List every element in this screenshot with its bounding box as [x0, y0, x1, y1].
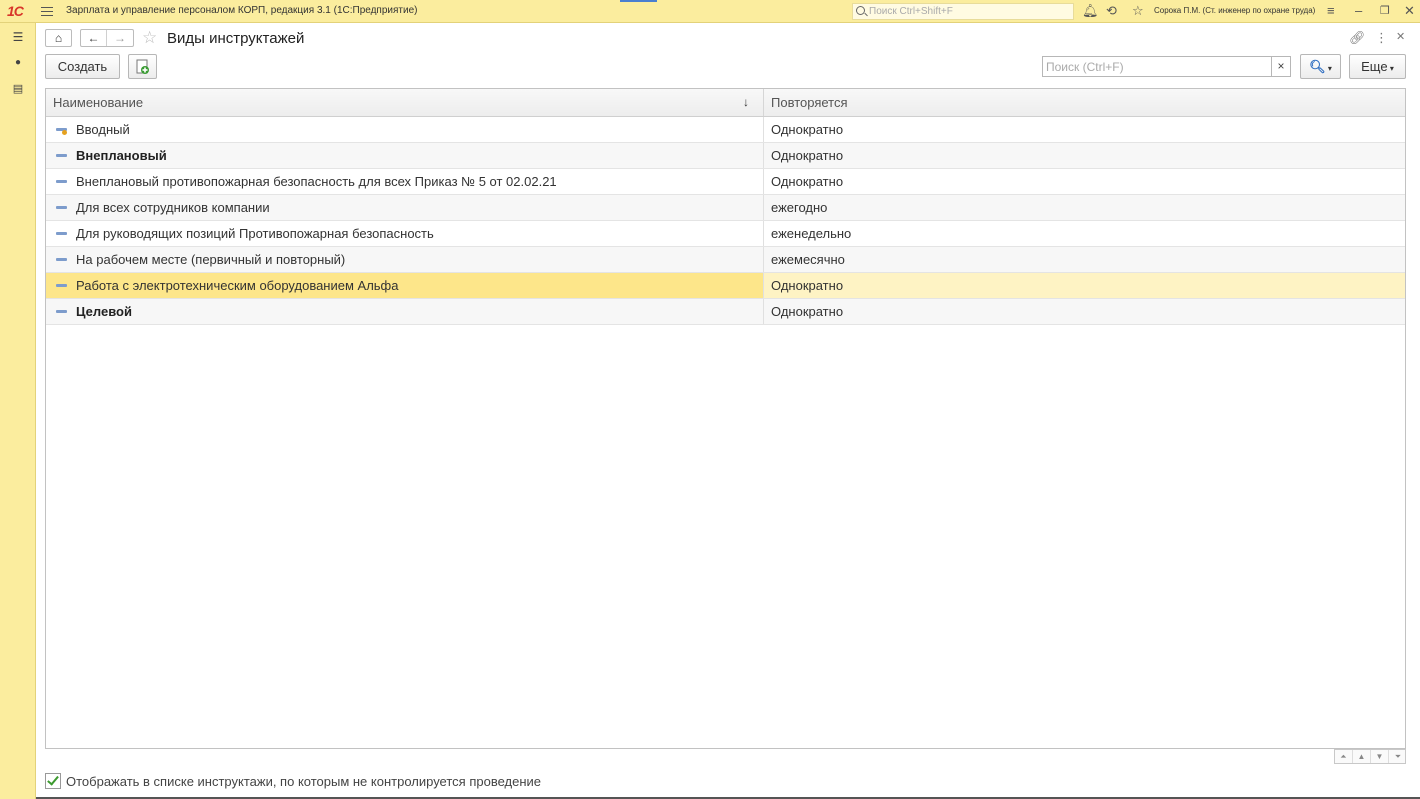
table-row[interactable]: Целевой Однократно: [46, 299, 1405, 325]
row-name: Вводный: [76, 122, 130, 137]
create-button[interactable]: Создать: [45, 54, 120, 79]
row-name: Целевой: [76, 304, 132, 319]
card-icon[interactable]: ▤: [9, 81, 27, 97]
sections-menu-icon[interactable]: ☰: [9, 29, 27, 45]
title-bar: 1С Зарплата и управление персоналом КОРП…: [0, 0, 1420, 23]
back-button[interactable]: ←: [81, 30, 107, 46]
history-icon[interactable]: ⟲: [1106, 4, 1117, 18]
checkmark-icon: [47, 773, 59, 786]
show-uncontrolled-label[interactable]: Отображать в списке инструктажи, по кото…: [66, 774, 541, 789]
list-scroll-buttons: ⏶ ▲ ▼ ⏷: [1334, 749, 1406, 764]
instruction-types-table: Наименование ↓ Повторяется Вводный Однок…: [45, 88, 1406, 749]
catalog-item-icon: [56, 310, 67, 313]
settings-menu-icon[interactable]: ≡: [1327, 4, 1335, 18]
sort-arrow-icon: ↓: [743, 95, 749, 109]
app-logo: 1С: [7, 3, 24, 19]
scroll-to-top-icon[interactable]: ⏶: [1335, 750, 1353, 763]
minimize-icon[interactable]: –: [1355, 4, 1362, 18]
notifications-icon[interactable]: 🔔︎: [1082, 4, 1099, 18]
search-clear-button[interactable]: ×: [1271, 56, 1291, 77]
search-icon: 🔍︎: [1309, 59, 1326, 74]
more-label: Еще: [1361, 59, 1388, 74]
row-name: Внеплановый противопожарная безопасность…: [76, 174, 557, 189]
column-name-label: Наименование: [53, 95, 144, 110]
scroll-to-bottom-icon[interactable]: ⏷: [1389, 750, 1407, 763]
link-icon[interactable]: 🔗︎: [1349, 30, 1366, 46]
bell-icon[interactable]: ●: [9, 55, 27, 71]
chevron-down-icon: ▾: [1387, 64, 1394, 73]
forward-button[interactable]: →: [107, 30, 133, 46]
more-button[interactable]: Еще ▾: [1349, 54, 1406, 79]
restore-icon[interactable]: ❐: [1380, 4, 1390, 18]
copy-icon: [136, 59, 149, 74]
scroll-up-icon[interactable]: ▲: [1353, 750, 1371, 763]
current-user[interactable]: Сорока П.М. (Ст. инженер по охране труда…: [1154, 6, 1315, 15]
catalog-item-icon: [56, 284, 67, 287]
table-row[interactable]: Вводный Однократно: [46, 117, 1405, 143]
row-name: Для руководящих позиций Противопожарная …: [76, 226, 434, 241]
row-repeat: ежемесячно: [771, 252, 845, 267]
search-icon: [856, 6, 865, 15]
row-name: На рабочем месте (первичный и повторный): [76, 252, 346, 267]
show-uncontrolled-checkbox[interactable]: [45, 773, 61, 789]
global-search-placeholder: Поиск Ctrl+Shift+F: [869, 6, 953, 17]
table-row[interactable]: Для всех сотрудников компании ежегодно: [46, 195, 1405, 221]
sections-panel: ☰ ● ▤: [0, 23, 36, 799]
row-repeat: ежегодно: [771, 200, 828, 215]
row-repeat: Однократно: [771, 304, 844, 319]
row-repeat: Однократно: [764, 273, 1405, 298]
row-repeat: Однократно: [771, 148, 844, 163]
catalog-item-icon: [56, 232, 67, 235]
page-title: Виды инструктажей: [167, 30, 305, 47]
row-name: Внеплановый: [76, 148, 167, 163]
global-search-input[interactable]: Поиск Ctrl+Shift+F: [852, 3, 1074, 20]
row-repeat: Однократно: [771, 122, 844, 137]
catalog-item-icon: [56, 180, 67, 183]
home-button[interactable]: ⌂: [45, 29, 72, 47]
table-row[interactable]: Внеплановый Однократно: [46, 143, 1405, 169]
close-app-icon[interactable]: ✕: [1404, 4, 1415, 18]
close-window-icon[interactable]: ✕: [1396, 30, 1405, 43]
search-input[interactable]: Поиск (Ctrl+F): [1042, 56, 1272, 77]
main-menu-icon[interactable]: [41, 4, 53, 18]
table-header: Наименование ↓ Повторяется: [46, 89, 1405, 117]
table-row-selected[interactable]: Работа с электротехническим оборудование…: [46, 273, 1405, 299]
row-name: Работа с электротехническим оборудование…: [76, 278, 399, 293]
scroll-down-icon[interactable]: ▼: [1371, 750, 1389, 763]
catalog-item-marked-icon: [56, 128, 67, 135]
row-repeat: еженедельно: [771, 226, 852, 241]
favorites-icon[interactable]: ☆: [1132, 4, 1144, 18]
copy-button[interactable]: [128, 54, 157, 79]
catalog-item-icon: [56, 258, 67, 261]
navigation-buttons: ← →: [80, 29, 134, 47]
table-row[interactable]: На рабочем месте (первичный и повторный)…: [46, 247, 1405, 273]
app-title: Зарплата и управление персоналом КОРП, р…: [66, 5, 418, 16]
row-repeat: Однократно: [771, 174, 844, 189]
column-header-name[interactable]: Наименование ↓: [46, 89, 764, 116]
table-row[interactable]: Внеплановый противопожарная безопасность…: [46, 169, 1405, 195]
catalog-item-icon: [56, 206, 67, 209]
search-button[interactable]: 🔍︎ ▾: [1300, 54, 1341, 79]
column-header-repeat[interactable]: Повторяется: [764, 89, 1405, 116]
catalog-item-icon: [56, 154, 67, 157]
more-actions-icon[interactable]: ⋮: [1375, 30, 1388, 46]
favorite-star-icon[interactable]: ☆: [142, 28, 157, 48]
row-name: Для всех сотрудников компании: [76, 200, 270, 215]
active-indicator: [620, 0, 657, 2]
table-row[interactable]: Для руководящих позиций Противопожарная …: [46, 221, 1405, 247]
